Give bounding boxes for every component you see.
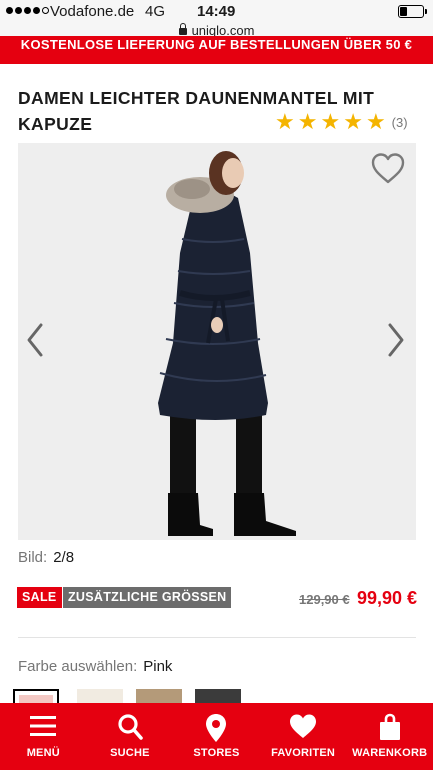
network-type: 4G (145, 3, 166, 20)
bottom-navigation: MENÜ SUCHE STORES FAVORITEN WARENKORB (0, 703, 433, 770)
original-price: 129,90 € (299, 592, 350, 607)
nav-search-label: SUCHE (110, 747, 150, 759)
next-image-chevron-icon[interactable] (385, 321, 407, 359)
previous-image-chevron-icon[interactable] (24, 321, 46, 359)
nav-stores-label: STORES (193, 747, 240, 759)
review-count[interactable]: (3) (392, 115, 408, 130)
color-swatch-beige[interactable] (136, 689, 182, 703)
lock-icon (178, 23, 187, 35)
shopping-bag-icon (379, 713, 400, 740)
nav-cart-label: WARENKORB (352, 747, 428, 759)
nav-stores[interactable]: STORES (173, 703, 260, 770)
selected-color: Pink (143, 658, 173, 675)
promo-banner[interactable]: KOSTENLOSE LIEFERUNG AUF BESTELLUNGEN ÜB… (0, 36, 433, 64)
image-counter-value: 2/8 (53, 549, 75, 566)
add-to-wishlist-heart-icon[interactable] (370, 151, 406, 187)
star-icon: ★ (275, 109, 295, 134)
color-swatch-pink[interactable] (13, 689, 59, 703)
carrier-name: Vodafone.de (50, 3, 135, 20)
nav-menu[interactable]: MENÜ (0, 703, 87, 770)
nav-menu-label: MENÜ (26, 747, 60, 759)
nav-search[interactable]: SUCHE (87, 703, 174, 770)
product-rating[interactable]: ★ ★ ★ ★ ★ (3) (275, 111, 408, 133)
nav-cart[interactable]: WARENKORB (346, 703, 433, 770)
star-icon: ★ (365, 109, 386, 134)
sale-badge: SALE (17, 587, 62, 608)
color-swatch-dark-grey[interactable] (195, 689, 241, 703)
swatch-fill (19, 695, 53, 703)
battery-icon (398, 5, 427, 18)
star-icon: ★ (343, 109, 363, 134)
color-selector-label: Farbe auswählen: Pink (18, 658, 172, 675)
search-icon (118, 714, 143, 740)
image-counter: Bild: 2/8 (18, 549, 74, 566)
product-photo (158, 151, 296, 536)
heart-icon (290, 714, 317, 738)
menu-icon (30, 716, 57, 736)
nav-favorites-label: FAVORITEN (271, 747, 336, 759)
divider (18, 637, 416, 638)
star-icon: ★ (297, 109, 318, 134)
promo-text: KOSTENLOSE LIEFERUNG AUF BESTELLUNGEN ÜB… (20, 37, 413, 52)
signal-strength-icon (6, 7, 49, 14)
image-counter-label: Bild: (18, 549, 48, 566)
location-pin-icon (206, 714, 227, 742)
extra-sizes-badge: ZUSÄTZLICHE GRÖSSEN (63, 587, 232, 608)
nav-favorites[interactable]: FAVORITEN (260, 703, 347, 770)
color-swatch-off-white[interactable] (77, 689, 123, 703)
clock: 14:49 (197, 3, 236, 20)
color-label: Farbe auswählen: (18, 658, 138, 675)
star-icon: ★ (320, 109, 341, 134)
sale-price: 99,90 € (357, 588, 418, 608)
product-image-gallery[interactable] (18, 143, 416, 540)
